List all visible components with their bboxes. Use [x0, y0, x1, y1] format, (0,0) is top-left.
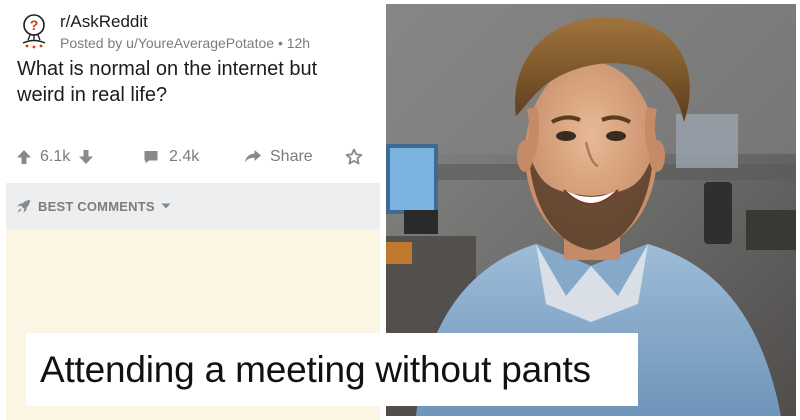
- share-arrow-icon: [245, 150, 261, 163]
- award-icon: [345, 148, 363, 165]
- share-button[interactable]: Share: [244, 140, 313, 174]
- post-header: ? r/AskReddit Posted by u/YoureAveragePo…: [16, 6, 376, 52]
- meme-caption-box: Attending a meeting without pants: [26, 333, 638, 406]
- comment-count: 2.4k: [169, 148, 200, 165]
- rocket-icon: [17, 199, 31, 213]
- comments-button[interactable]: 2.4k: [143, 140, 199, 174]
- subreddit-name[interactable]: r/AskReddit: [60, 12, 148, 32]
- vote-controls: 6.1k: [16, 140, 94, 174]
- comment-sort-label: BEST COMMENTS: [38, 198, 155, 214]
- post-action-bar: 6.1k 2.4k Share: [0, 140, 380, 174]
- post-title[interactable]: What is normal on the internet but weird…: [17, 56, 367, 108]
- svg-text:?: ?: [30, 17, 39, 33]
- downvote-arrow-icon[interactable]: [78, 149, 94, 165]
- comment-sort-dropdown[interactable]: BEST COMMENTS: [6, 183, 380, 229]
- upvote-arrow-icon[interactable]: [16, 149, 32, 165]
- askreddit-question-mark-icon[interactable]: ?: [19, 13, 49, 49]
- meme-caption-text: Attending a meeting without pants: [40, 348, 591, 390]
- share-label: Share: [270, 148, 313, 165]
- award-button[interactable]: [345, 140, 363, 174]
- comment-bubble-icon: [144, 151, 158, 164]
- upvote-count: 6.1k: [40, 148, 71, 165]
- chevron-down-icon: [161, 203, 171, 209]
- post-meta: Posted by u/YoureAveragePotatoe • 12h: [60, 35, 311, 51]
